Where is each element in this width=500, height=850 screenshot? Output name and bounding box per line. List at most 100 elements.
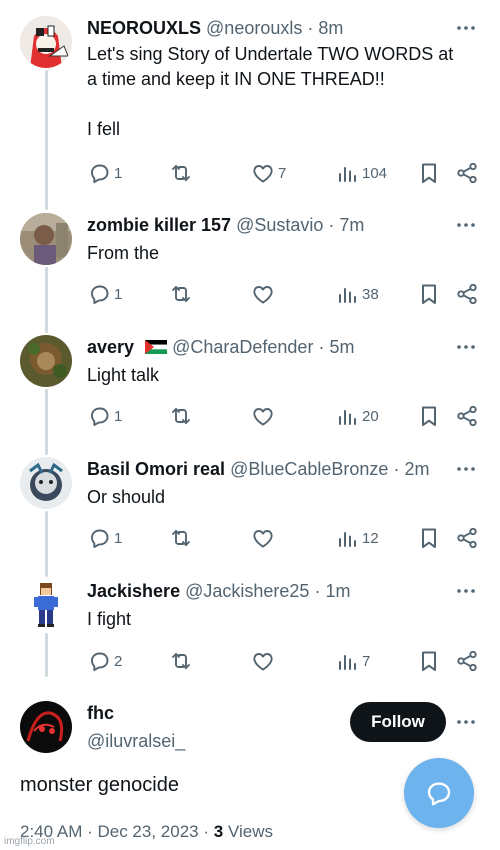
retweet-button[interactable]	[169, 648, 196, 674]
avatar[interactable]	[20, 701, 72, 753]
reply-button[interactable]: 1	[87, 403, 122, 429]
bookmark-button[interactable]	[417, 281, 441, 307]
follow-button[interactable]: Follow	[350, 702, 446, 742]
tweet-header: NEOROUXLS @neorouxls · 8m	[87, 16, 343, 40]
retweet-button[interactable]	[169, 281, 196, 307]
reply-button[interactable]: 1	[87, 281, 122, 307]
share-icon	[455, 649, 479, 673]
user-handle[interactable]: @CharaDefender	[172, 337, 313, 357]
retweet-icon	[169, 161, 193, 185]
timestamp[interactable]: · 1m	[314, 581, 350, 601]
display-name[interactable]: zombie killer 157	[87, 215, 231, 235]
timestamp[interactable]: · 7m	[328, 215, 364, 235]
bookmark-button[interactable]	[417, 525, 441, 551]
tweet-header: avery @CharaDefender · 5m	[87, 335, 354, 359]
reply-button[interactable]: 1	[87, 160, 122, 186]
like-icon	[251, 526, 275, 550]
avatar[interactable]	[20, 335, 72, 387]
user-handle[interactable]: @Jackishere25	[185, 581, 309, 601]
tweet[interactable]: Basil Omori real @BlueCableBronze · 2m O…	[0, 457, 500, 567]
retweet-button[interactable]	[169, 525, 196, 551]
share-button[interactable]	[455, 281, 479, 307]
reply-icon	[87, 161, 111, 185]
more-icon[interactable]	[454, 335, 478, 359]
display-name[interactable]: fhc	[87, 701, 114, 725]
user-handle[interactable]: @BlueCableBronze	[230, 459, 388, 479]
tweet[interactable]: avery @CharaDefender · 5m Light talk 1 2…	[0, 335, 500, 445]
user-handle[interactable]: @neorouxls	[206, 18, 302, 38]
tweet-header: Basil Omori real @BlueCableBronze · 2m	[87, 457, 429, 481]
bookmark-button[interactable]	[417, 648, 441, 674]
user-handle[interactable]: @Sustavio	[236, 215, 323, 235]
compose-message-button[interactable]	[404, 758, 474, 828]
display-name[interactable]: NEOROUXLS	[87, 18, 201, 38]
share-button[interactable]	[455, 160, 479, 186]
tweet[interactable]: Jackishere @Jackishere25 · 1m I fight 2 …	[0, 579, 500, 689]
share-button[interactable]	[455, 403, 479, 429]
avatar[interactable]	[20, 16, 72, 68]
user-handle[interactable]: @iluvralsei_	[87, 729, 185, 753]
reply-count: 1	[114, 407, 123, 425]
share-icon	[455, 526, 479, 550]
share-button[interactable]	[455, 648, 479, 674]
reply-icon	[87, 404, 111, 428]
bookmark-button[interactable]	[417, 160, 441, 186]
views-button[interactable]: 7	[335, 648, 370, 674]
view-count: 104	[362, 164, 388, 182]
like-icon	[251, 161, 275, 185]
more-icon[interactable]	[454, 16, 478, 40]
display-name[interactable]: Basil Omori real	[87, 459, 225, 479]
views-button[interactable]: 104	[335, 160, 387, 186]
like-button[interactable]: 7	[251, 160, 286, 186]
avatar[interactable]	[20, 579, 72, 631]
more-icon[interactable]	[454, 457, 478, 481]
tweet-header: Jackishere @Jackishere25 · 1m	[87, 579, 350, 603]
tweet-text: monster genocide	[20, 774, 179, 796]
tweet-meta: 2:40 AM · Dec 23, 2023 · 3 Views	[20, 822, 273, 842]
reply-count: 1	[114, 285, 123, 303]
retweet-button[interactable]	[169, 403, 196, 429]
tweet-header: zombie killer 157 @Sustavio · 7m	[87, 213, 364, 237]
like-button[interactable]	[251, 281, 278, 307]
views-label: Views	[227, 822, 273, 841]
views-icon	[335, 404, 359, 428]
more-icon[interactable]	[454, 579, 478, 603]
more-icon[interactable]	[454, 710, 478, 734]
avatar[interactable]	[20, 213, 72, 265]
view-count: 7	[362, 652, 371, 670]
reply-button[interactable]: 1	[87, 525, 122, 551]
tweet[interactable]: NEOROUXLS @neorouxls · 8m Let's sing Sto…	[0, 16, 500, 196]
action-bar: 1 12	[87, 525, 487, 551]
more-icon[interactable]	[454, 213, 478, 237]
timestamp[interactable]: · 5m	[318, 337, 354, 357]
display-name[interactable]: avery	[87, 337, 134, 357]
bookmark-icon	[417, 161, 441, 185]
views-button[interactable]: 20	[335, 403, 379, 429]
like-button[interactable]	[251, 525, 278, 551]
tweet-text: From the	[87, 243, 160, 263]
views-icon	[335, 282, 359, 306]
share-button[interactable]	[455, 525, 479, 551]
timestamp[interactable]: · 2m	[393, 459, 429, 479]
views-button[interactable]: 38	[335, 281, 379, 307]
reply-count: 1	[114, 164, 123, 182]
share-icon	[455, 161, 479, 185]
views-button[interactable]: 12	[335, 525, 379, 551]
reply-button[interactable]: 2	[87, 648, 122, 674]
reply-icon	[87, 526, 111, 550]
bookmark-icon	[417, 526, 441, 550]
action-bar: 2 7	[87, 648, 487, 674]
bookmark-button[interactable]	[417, 403, 441, 429]
retweet-button[interactable]	[169, 160, 196, 186]
share-icon	[455, 404, 479, 428]
views-icon	[335, 526, 359, 550]
like-button[interactable]	[251, 648, 278, 674]
like-icon	[251, 649, 275, 673]
display-name[interactable]: Jackishere	[87, 581, 180, 601]
timestamp[interactable]: · 8m	[307, 18, 343, 38]
like-icon	[251, 404, 275, 428]
like-button[interactable]	[251, 403, 278, 429]
avatar[interactable]	[20, 457, 72, 509]
tweet-text: I fight	[87, 609, 132, 629]
tweet[interactable]: zombie killer 157 @Sustavio · 7m From th…	[0, 213, 500, 323]
